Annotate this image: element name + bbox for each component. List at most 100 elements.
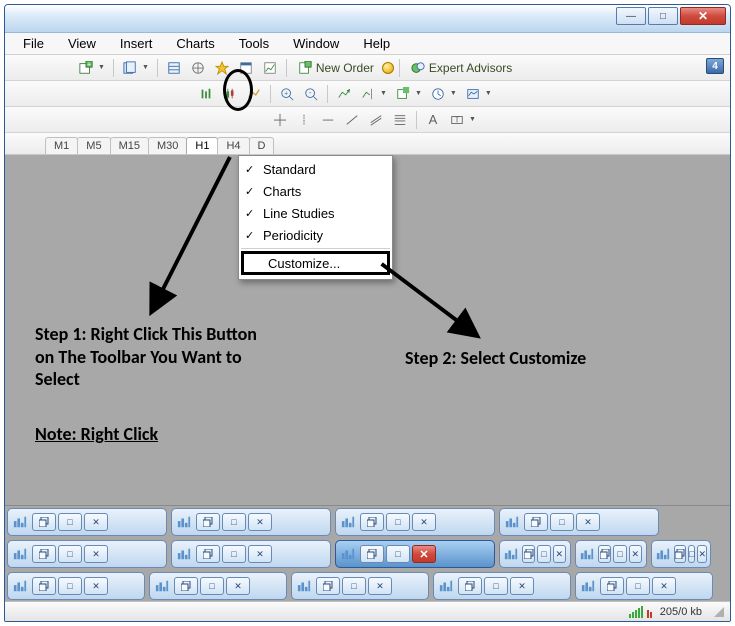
crosshair-icon[interactable] (269, 110, 291, 130)
horizontal-line-icon[interactable] (317, 110, 339, 130)
profiles-icon[interactable] (119, 58, 141, 78)
window-maximize-button[interactable]: □ (648, 7, 678, 25)
child-window[interactable]: □✕ (149, 572, 287, 600)
window-minimize-button[interactable]: — (616, 7, 646, 25)
caret-icon[interactable]: ▼ (98, 64, 105, 71)
tf-tab-m30[interactable]: M30 (148, 137, 187, 154)
text-label-icon[interactable]: T (446, 110, 468, 130)
menu-view[interactable]: View (58, 34, 106, 53)
child-window[interactable]: □✕ (575, 572, 713, 600)
caret-icon[interactable]: ▼ (142, 64, 149, 71)
child-window[interactable]: □✕ (433, 572, 571, 600)
child-window[interactable]: □✕ (575, 540, 647, 568)
child-maximize-button[interactable]: □ (613, 545, 626, 563)
zoom-in-icon[interactable]: + (276, 84, 298, 104)
child-restore-button[interactable] (32, 545, 56, 563)
child-maximize-button[interactable]: □ (626, 577, 650, 595)
child-window[interactable]: □✕ (651, 540, 711, 568)
child-maximize-button[interactable]: □ (58, 513, 82, 531)
child-restore-button[interactable] (196, 513, 220, 531)
child-close-button[interactable]: ✕ (652, 577, 676, 595)
child-restore-button[interactable] (196, 545, 220, 563)
new-chart-icon[interactable]: + (75, 58, 97, 78)
child-maximize-button[interactable]: □ (58, 577, 82, 595)
child-maximize-button[interactable]: □ (342, 577, 366, 595)
child-close-button[interactable]: ✕ (697, 545, 707, 563)
tf-tab-d1[interactable]: D (249, 137, 275, 154)
tf-tab-h1[interactable]: H1 (186, 137, 218, 154)
child-restore-button[interactable] (174, 577, 198, 595)
caret-icon[interactable]: ▼ (380, 90, 387, 97)
periodicity-icon[interactable] (427, 84, 449, 104)
zoom-out-icon[interactable]: - (300, 84, 322, 104)
tf-tab-h4[interactable]: H4 (217, 137, 249, 154)
child-close-button[interactable]: ✕ (553, 545, 566, 563)
menu-window[interactable]: Window (283, 34, 349, 53)
child-restore-button[interactable] (600, 577, 624, 595)
autotrading-icon[interactable] (382, 62, 394, 74)
child-maximize-button[interactable]: □ (386, 545, 410, 563)
ctx-item-periodicity[interactable]: ✓ Periodicity (239, 224, 392, 246)
child-restore-button[interactable] (32, 513, 56, 531)
menu-help[interactable]: Help (353, 34, 400, 53)
child-restore-button[interactable] (458, 577, 482, 595)
text-icon[interactable]: A (422, 110, 444, 130)
child-close-button[interactable]: ✕ (226, 577, 250, 595)
window-close-button[interactable]: ✕ (680, 7, 726, 25)
child-maximize-button[interactable]: □ (688, 545, 695, 563)
child-close-button[interactable]: ✕ (248, 545, 272, 563)
caret-icon[interactable]: ▼ (415, 90, 422, 97)
child-close-button[interactable]: ✕ (84, 545, 108, 563)
child-close-button[interactable]: ✕ (576, 513, 600, 531)
child-restore-button[interactable] (524, 513, 548, 531)
child-close-button[interactable]: ✕ (629, 545, 642, 563)
resize-handle-icon[interactable] (714, 607, 724, 617)
menu-tools[interactable]: Tools (229, 34, 279, 53)
child-maximize-button[interactable]: □ (537, 545, 550, 563)
auto-scroll-icon[interactable] (333, 84, 355, 104)
child-maximize-button[interactable]: □ (386, 513, 410, 531)
caret-icon[interactable]: ▼ (469, 116, 476, 123)
child-maximize-button[interactable]: □ (222, 513, 246, 531)
child-restore-button[interactable] (316, 577, 340, 595)
child-restore-button[interactable] (598, 545, 611, 563)
child-restore-button[interactable] (674, 545, 686, 563)
menu-insert[interactable]: Insert (110, 34, 163, 53)
navigator-icon[interactable] (187, 58, 209, 78)
child-restore-button[interactable] (360, 513, 384, 531)
caret-icon[interactable]: ▼ (485, 90, 492, 97)
ctx-item-standard[interactable]: ✓ Standard (239, 158, 392, 180)
child-window[interactable]: □✕ (171, 540, 331, 568)
caret-icon[interactable]: ▼ (450, 90, 457, 97)
tf-tab-m1[interactable]: M1 (45, 137, 78, 154)
child-window[interactable]: □✕ (499, 508, 659, 536)
indicators-icon[interactable] (392, 84, 414, 104)
line-chart-icon[interactable] (243, 84, 265, 104)
child-restore-button[interactable] (360, 545, 384, 563)
child-window[interactable]: □✕ (7, 508, 167, 536)
channel-icon[interactable] (365, 110, 387, 130)
child-close-button[interactable]: ✕ (84, 513, 108, 531)
new-order-button[interactable]: New Order (292, 58, 380, 78)
fibonacci-icon[interactable] (389, 110, 411, 130)
child-close-button[interactable]: ✕ (84, 577, 108, 595)
child-close-button[interactable]: ✕ (412, 545, 436, 563)
child-close-button[interactable]: ✕ (412, 513, 436, 531)
child-window[interactable]: □✕ (335, 540, 495, 568)
child-close-button[interactable]: ✕ (510, 577, 534, 595)
child-window[interactable]: □✕ (291, 572, 429, 600)
vertical-line-icon[interactable] (293, 110, 315, 130)
menu-file[interactable]: File (13, 34, 54, 53)
menu-charts[interactable]: Charts (166, 34, 224, 53)
favorites-icon[interactable] (211, 58, 233, 78)
ctx-item-line-studies[interactable]: ✓ Line Studies (239, 202, 392, 224)
child-maximize-button[interactable]: □ (200, 577, 224, 595)
strategy-tester-icon[interactable] (259, 58, 281, 78)
tf-tab-m15[interactable]: M15 (110, 137, 149, 154)
templates-icon[interactable] (462, 84, 484, 104)
child-window[interactable]: □✕ (7, 540, 167, 568)
child-maximize-button[interactable]: □ (58, 545, 82, 563)
child-maximize-button[interactable]: □ (550, 513, 574, 531)
trendline-icon[interactable] (341, 110, 363, 130)
child-restore-button[interactable] (522, 545, 535, 563)
